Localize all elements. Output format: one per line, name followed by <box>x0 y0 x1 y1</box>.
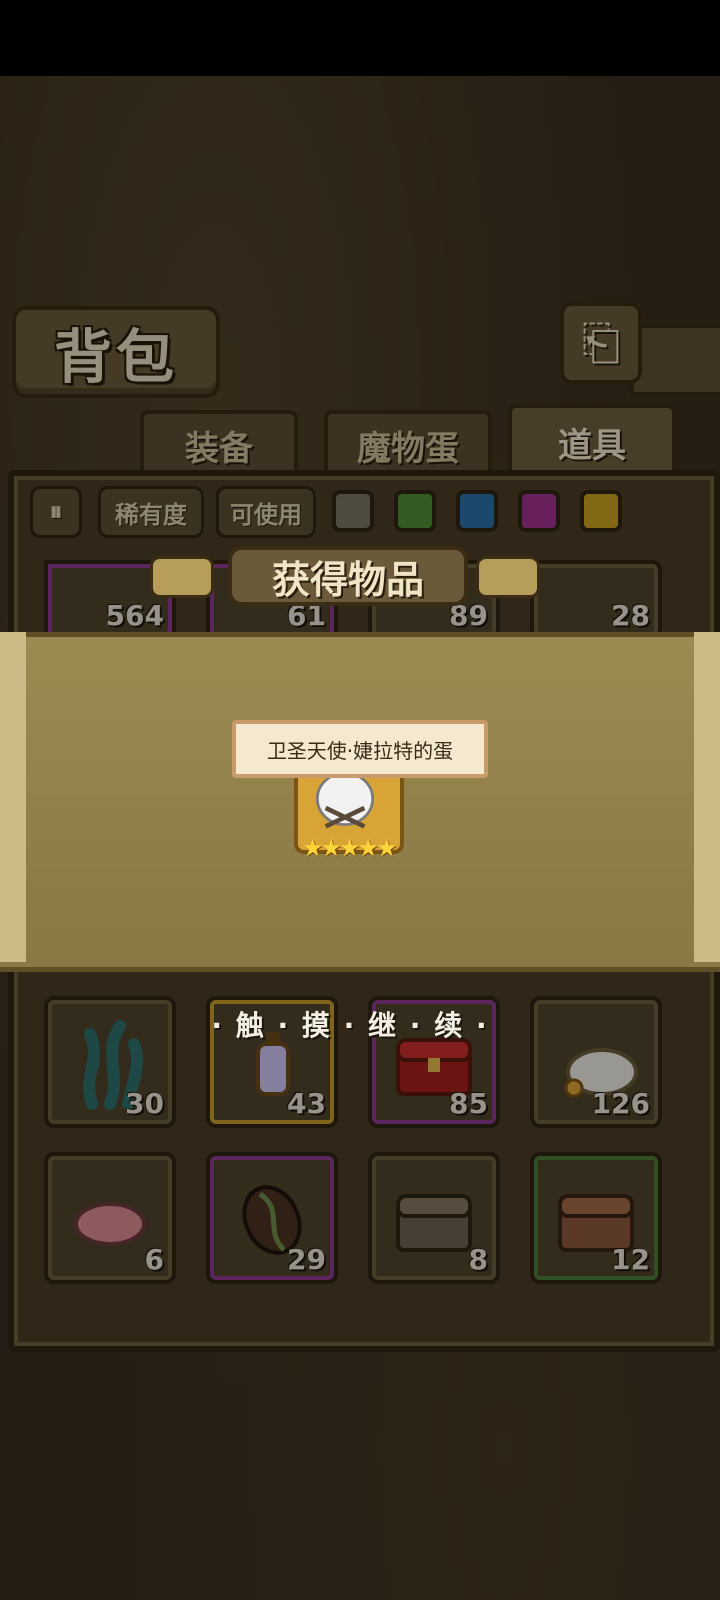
popup-title: 获得物品 <box>228 546 468 606</box>
popup-title-text: 获得物品 <box>271 557 424 602</box>
popup-title-deco-right <box>476 556 540 598</box>
rarity-stars: ★★★★★ <box>302 834 398 862</box>
popup-title-deco-left <box>150 556 214 598</box>
reward-item-name-text: 卫圣天使·婕拉特的蛋 <box>266 738 454 763</box>
popup-edge-left <box>0 632 26 962</box>
popup-edge-right <box>694 632 720 962</box>
touch-to-continue[interactable]: · 触 · 摸 · 继 · 续 · <box>200 1004 500 1044</box>
reward-item-name: 卫圣天使·婕拉特的蛋 <box>232 720 488 778</box>
